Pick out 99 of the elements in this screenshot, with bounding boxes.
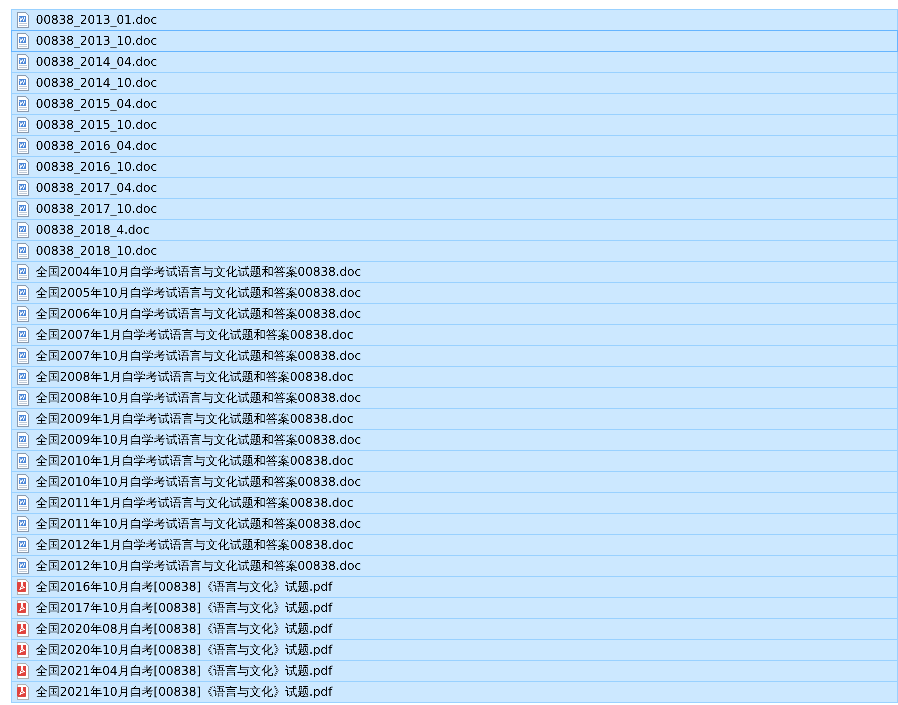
document-icon [16,117,30,133]
file-row[interactable]: 全国2009年1月自学考试语言与文化试题和答案00838.doc [11,408,898,430]
file-name: 00838_2013_01.doc [36,14,158,26]
document-icon [16,390,30,406]
document-icon [16,180,30,196]
document-icon [16,264,30,280]
pdf-file-icon [16,663,30,679]
file-row[interactable]: 全国2007年10月自学考试语言与文化试题和答案00838.doc [11,345,898,367]
document-icon [16,474,30,490]
file-name: 00838_2017_04.doc [36,182,158,194]
file-name: 全国2007年1月自学考试语言与文化试题和答案00838.doc [36,329,354,341]
file-name: 全国2008年1月自学考试语言与文化试题和答案00838.doc [36,371,354,383]
file-name: 全国2007年10月自学考试语言与文化试题和答案00838.doc [36,350,362,362]
file-name: 全国2016年10月自考[00838]《语言与文化》试题.pdf [36,581,333,593]
file-row[interactable]: 全国2012年1月自学考试语言与文化试题和答案00838.doc [11,534,898,556]
file-row[interactable]: 全国2008年1月自学考试语言与文化试题和答案00838.doc [11,366,898,388]
file-name: 00838_2014_10.doc [36,77,158,89]
file-name: 全国2009年10月自学考试语言与文化试题和答案00838.doc [36,434,362,446]
file-name: 全国2021年10月自考[00838]《语言与文化》试题.pdf [36,686,333,698]
file-name: 全国2010年1月自学考试语言与文化试题和答案00838.doc [36,455,354,467]
pdf-file-icon [16,579,30,595]
file-row[interactable]: 全国2020年08月自考[00838]《语言与文化》试题.pdf [11,618,898,640]
file-row[interactable]: 全国2012年10月自学考试语言与文化试题和答案00838.doc [11,555,898,577]
file-name: 00838_2018_10.doc [36,245,158,257]
document-icon [16,33,30,49]
file-row[interactable]: 全国2020年10月自考[00838]《语言与文化》试题.pdf [11,639,898,661]
file-name: 全国2010年10月自学考试语言与文化试题和答案00838.doc [36,476,362,488]
file-name: 全国2020年10月自考[00838]《语言与文化》试题.pdf [36,644,333,656]
file-row[interactable]: 全国2016年10月自考[00838]《语言与文化》试题.pdf [11,576,898,598]
file-row[interactable]: 00838_2014_10.doc [11,72,898,94]
file-name: 全国2012年10月自学考试语言与文化试题和答案00838.doc [36,560,362,572]
document-icon [16,411,30,427]
document-icon [16,243,30,259]
file-row[interactable]: 全国2011年10月自学考试语言与文化试题和答案00838.doc [11,513,898,535]
file-name: 全国2008年10月自学考试语言与文化试题和答案00838.doc [36,392,362,404]
file-name: 全国2009年1月自学考试语言与文化试题和答案00838.doc [36,413,354,425]
file-row[interactable]: 00838_2013_10.doc [11,30,898,52]
document-icon [16,516,30,532]
file-name: 全国2005年10月自学考试语言与文化试题和答案00838.doc [36,287,362,299]
file-row[interactable]: 全国2010年10月自学考试语言与文化试题和答案00838.doc [11,471,898,493]
pdf-file-icon [16,621,30,637]
file-name: 全国2020年08月自考[00838]《语言与文化》试题.pdf [36,623,333,635]
document-icon [16,495,30,511]
file-name: 00838_2014_04.doc [36,56,158,68]
file-row[interactable]: 00838_2016_04.doc [11,135,898,157]
file-row[interactable]: 00838_2015_04.doc [11,93,898,115]
file-row[interactable]: 全国2008年10月自学考试语言与文化试题和答案00838.doc [11,387,898,409]
document-icon [16,222,30,238]
file-row[interactable]: 00838_2017_10.doc [11,198,898,220]
document-icon [16,138,30,154]
pdf-file-icon [16,684,30,700]
file-row[interactable]: 00838_2013_01.doc [11,9,898,31]
document-icon [16,327,30,343]
pdf-file-icon [16,600,30,616]
document-icon [16,537,30,553]
file-row[interactable]: 全国2005年10月自学考试语言与文化试题和答案00838.doc [11,282,898,304]
file-name: 00838_2015_10.doc [36,119,158,131]
file-row[interactable]: 00838_2017_04.doc [11,177,898,199]
file-row[interactable]: 00838_2016_10.doc [11,156,898,178]
document-icon [16,54,30,70]
file-row[interactable]: 全国2011年1月自学考试语言与文化试题和答案00838.doc [11,492,898,514]
file-row[interactable]: 全国2007年1月自学考试语言与文化试题和答案00838.doc [11,324,898,346]
file-row[interactable]: 00838_2014_04.doc [11,51,898,73]
file-name: 全国2011年10月自学考试语言与文化试题和答案00838.doc [36,518,362,530]
file-row[interactable]: 全国2010年1月自学考试语言与文化试题和答案00838.doc [11,450,898,472]
document-icon [16,453,30,469]
file-row[interactable]: 全国2021年10月自考[00838]《语言与文化》试题.pdf [11,681,898,703]
file-name: 00838_2016_10.doc [36,161,158,173]
document-icon [16,75,30,91]
document-icon [16,348,30,364]
document-icon [16,96,30,112]
file-name: 00838_2015_04.doc [36,98,158,110]
file-name: 全国2006年10月自学考试语言与文化试题和答案00838.doc [36,308,362,320]
document-icon [16,201,30,217]
document-icon [16,285,30,301]
file-name: 00838_2013_10.doc [36,35,158,47]
file-row[interactable]: 00838_2018_4.doc [11,219,898,241]
document-icon [16,12,30,28]
document-icon [16,558,30,574]
file-name: 全国2011年1月自学考试语言与文化试题和答案00838.doc [36,497,354,509]
file-row[interactable]: 00838_2018_10.doc [11,240,898,262]
document-icon [16,369,30,385]
document-icon [16,306,30,322]
file-row[interactable]: 全国2004年10月自学考试语言与文化试题和答案00838.doc [11,261,898,283]
document-icon [16,159,30,175]
file-name: 全国2017年10月自考[00838]《语言与文化》试题.pdf [36,602,333,614]
file-row[interactable]: 全国2006年10月自学考试语言与文化试题和答案00838.doc [11,303,898,325]
file-name: 全国2012年1月自学考试语言与文化试题和答案00838.doc [36,539,354,551]
file-name: 全国2004年10月自学考试语言与文化试题和答案00838.doc [36,266,362,278]
file-name: 00838_2018_4.doc [36,224,150,236]
file-name: 全国2021年04月自考[00838]《语言与文化》试题.pdf [36,665,333,677]
file-name: 00838_2017_10.doc [36,203,158,215]
file-name: 00838_2016_04.doc [36,140,158,152]
document-icon [16,432,30,448]
file-row[interactable]: 全国2017年10月自考[00838]《语言与文化》试题.pdf [11,597,898,619]
pdf-file-icon [16,642,30,658]
file-row[interactable]: 00838_2015_10.doc [11,114,898,136]
file-row[interactable]: 全国2009年10月自学考试语言与文化试题和答案00838.doc [11,429,898,451]
file-row[interactable]: 全国2021年04月自考[00838]《语言与文化》试题.pdf [11,660,898,682]
